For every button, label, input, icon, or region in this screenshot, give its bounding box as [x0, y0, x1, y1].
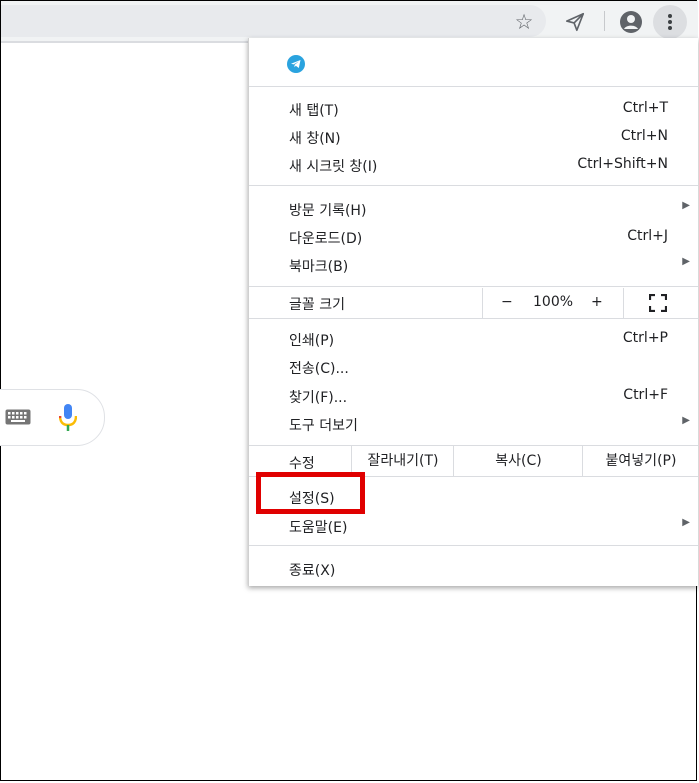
zoom-level: 100%: [533, 294, 574, 310]
toolbar-separator: [604, 11, 605, 31]
menu-item-label: 새 창(N): [289, 131, 341, 147]
zoom-in-button[interactable]: +: [591, 294, 603, 310]
edit-label: 수정: [289, 456, 315, 472]
keyboard-icon[interactable]: [5, 409, 31, 429]
zoom-controls: − 100% +: [482, 288, 624, 318]
star-icon[interactable]: ☆: [511, 9, 537, 35]
menu-item-shortcut: Ctrl+N: [620, 128, 668, 144]
menu-item-label: 도구 더보기: [289, 418, 358, 434]
search-box[interactable]: [0, 389, 105, 446]
menu-item-label: 북마크(B): [289, 259, 349, 275]
copy-button[interactable]: 복사(C): [453, 446, 583, 476]
menu-item-history[interactable]: 방문 기록(H) ▶: [249, 195, 698, 223]
menu-item-bookmarks[interactable]: 북마크(B) ▶: [249, 251, 698, 279]
send-icon[interactable]: [562, 9, 588, 35]
menu-item-incognito[interactable]: 새 시크릿 창(I) Ctrl+Shift+N: [249, 151, 698, 179]
submenu-arrow-icon: ▶: [682, 415, 690, 426]
menu-item-label: 방문 기록(H): [289, 203, 367, 219]
menu-item-label: 종료(X): [289, 563, 336, 579]
address-bar[interactable]: [1, 5, 546, 37]
menu-item-find[interactable]: 찾기(F)... Ctrl+F: [249, 382, 698, 410]
menu-item-new-tab[interactable]: 새 탭(T) Ctrl+T: [249, 95, 698, 123]
menu-item-label: 찾기(F)...: [289, 390, 348, 406]
submenu-arrow-icon: ▶: [682, 256, 690, 267]
telegram-icon[interactable]: [287, 55, 305, 73]
menu-divider: [249, 86, 698, 87]
submenu-arrow-icon: ▶: [682, 200, 690, 211]
menu-item-shortcut: Ctrl+F: [623, 387, 668, 403]
menu-item-label: 새 시크릿 창(I): [289, 159, 378, 175]
zoom-out-button[interactable]: −: [501, 294, 513, 310]
menu-item-shortcut: Ctrl+T: [622, 100, 668, 116]
menu-item-label: 다운로드(D): [289, 231, 363, 247]
menu-divider: [249, 545, 698, 546]
menu-divider: [249, 318, 698, 319]
zoom-label: 글꼴 크기: [289, 297, 345, 313]
menu-item-downloads[interactable]: 다운로드(D) Ctrl+J: [249, 223, 698, 251]
more-vert-icon[interactable]: [653, 5, 687, 39]
menu-item-label: 전송(C)...: [289, 361, 349, 377]
menu-divider: [249, 286, 698, 287]
menu-item-exit[interactable]: 종료(X): [249, 555, 698, 583]
submenu-arrow-icon: ▶: [682, 517, 690, 528]
menu-item-label: 새 탭(T): [289, 103, 339, 119]
menu-item-label: 인쇄(P): [289, 333, 335, 349]
settings-highlight-box: [256, 472, 365, 514]
menu-divider: [249, 185, 698, 186]
menu-item-shortcut: Ctrl+Shift+N: [577, 156, 668, 172]
menu-item-shortcut: Ctrl+P: [622, 330, 668, 346]
account-circle-icon[interactable]: [618, 9, 644, 35]
browser-toolbar: ☆: [1, 1, 698, 41]
menu-item-shortcut: Ctrl+J: [627, 228, 668, 244]
zoom-row: 글꼴 크기 − 100% +: [249, 288, 698, 318]
microphone-icon[interactable]: [58, 404, 78, 436]
cut-button[interactable]: 잘라내기(T): [351, 446, 454, 476]
menu-item-help[interactable]: 도움말(E) ▶: [249, 512, 698, 540]
menu-item-label: 도움말(E): [289, 520, 348, 536]
menu-item-print[interactable]: 인쇄(P) Ctrl+P: [249, 325, 698, 353]
menu-item-cast[interactable]: 전송(C)...: [249, 353, 698, 381]
menu-item-new-window[interactable]: 새 창(N) Ctrl+N: [249, 123, 698, 151]
menu-item-more-tools[interactable]: 도구 더보기 ▶: [249, 410, 698, 438]
paste-button[interactable]: 붙여넣기(P): [582, 446, 699, 476]
fullscreen-icon[interactable]: [649, 294, 667, 312]
